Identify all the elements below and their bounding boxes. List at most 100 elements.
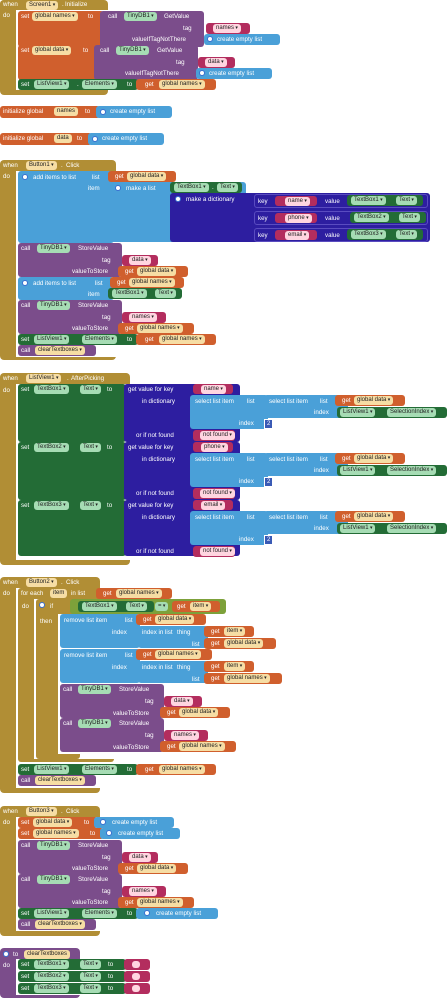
empty-text-field[interactable] bbox=[132, 973, 140, 980]
selectionindex-dropdown[interactable]: SelectionIndex bbox=[387, 466, 437, 475]
data-text-field[interactable]: data bbox=[129, 256, 151, 265]
text-property-dropdown[interactable]: Text bbox=[80, 385, 101, 394]
tinydb1-dropdown[interactable]: TinyDB1 bbox=[37, 244, 70, 253]
data-text-field[interactable]: data bbox=[205, 58, 227, 67]
data-text-field[interactable]: data bbox=[171, 697, 193, 706]
email-text-field[interactable]: email bbox=[201, 501, 226, 510]
button2-dropdown[interactable]: Button2 bbox=[26, 578, 57, 587]
item-variable-field[interactable]: item bbox=[50, 589, 68, 598]
phone-text-field[interactable]: phone bbox=[285, 214, 312, 223]
cleartextboxes-dropdown[interactable]: clearTextboxes bbox=[35, 776, 85, 785]
tinydb1-dropdown[interactable]: TinyDB1 bbox=[78, 719, 111, 728]
global-names-dropdown[interactable]: global names bbox=[159, 335, 205, 344]
textbox3-dropdown[interactable]: TextBox3 bbox=[34, 501, 69, 510]
gear-icon[interactable] bbox=[199, 70, 205, 76]
text-property-dropdown[interactable]: Text bbox=[80, 501, 101, 510]
names-text-field[interactable]: names bbox=[129, 887, 157, 896]
tinydb1-dropdown[interactable]: TinyDB1 bbox=[78, 685, 111, 694]
not-found-text-field[interactable]: not found bbox=[200, 431, 235, 440]
global-names-dropdown[interactable]: global names bbox=[33, 829, 79, 838]
gear-icon[interactable] bbox=[144, 910, 150, 916]
text-property-dropdown[interactable]: Text bbox=[396, 230, 417, 239]
listview1-dropdown[interactable]: ListView1 bbox=[26, 374, 62, 383]
number-two[interactable]: 2 bbox=[264, 477, 274, 487]
selectionindex-dropdown[interactable]: SelectionIndex bbox=[387, 524, 437, 533]
global-names-dropdown[interactable]: global names bbox=[116, 589, 162, 598]
textbox1-dropdown[interactable]: TextBox1 bbox=[351, 196, 386, 205]
listview1-dropdown[interactable]: ListView1 bbox=[340, 524, 376, 533]
textbox1-dropdown[interactable]: TextBox1 bbox=[174, 183, 209, 192]
gear-icon[interactable] bbox=[3, 951, 9, 957]
tinydb1-dropdown[interactable]: TinyDB1 bbox=[37, 875, 70, 884]
names-variable-field[interactable]: names bbox=[54, 107, 79, 116]
tinydb1-dropdown[interactable]: TinyDB1 bbox=[124, 12, 157, 21]
cleartextboxes-dropdown[interactable]: clearTextboxes bbox=[35, 346, 85, 355]
global-names-dropdown[interactable]: global names bbox=[224, 674, 270, 683]
textbox1-dropdown[interactable]: TextBox1 bbox=[82, 602, 117, 611]
global-names-dropdown[interactable]: global names bbox=[137, 324, 183, 333]
text-property-dropdown[interactable]: Text bbox=[126, 602, 147, 611]
global-names-dropdown[interactable]: global names bbox=[32, 12, 78, 21]
listview1-dropdown[interactable]: ListView1 bbox=[34, 765, 70, 774]
global-data-dropdown[interactable]: global data bbox=[127, 172, 167, 181]
not-found-text-field[interactable]: not found bbox=[200, 489, 235, 498]
gear-icon[interactable] bbox=[22, 174, 28, 180]
tinydb1-dropdown[interactable]: TinyDB1 bbox=[37, 841, 70, 850]
elements-dropdown[interactable]: Elements bbox=[82, 335, 117, 344]
gear-icon[interactable] bbox=[106, 830, 112, 836]
textbox3-dropdown[interactable]: TextBox3 bbox=[34, 984, 69, 993]
tinydb1-dropdown[interactable]: TinyDB1 bbox=[37, 301, 70, 310]
button1-dropdown[interactable]: Button1 bbox=[26, 161, 57, 170]
name-text-field[interactable]: name bbox=[201, 385, 226, 394]
text-property-dropdown[interactable]: Text bbox=[155, 289, 176, 298]
phone-text-field[interactable]: phone bbox=[201, 443, 228, 452]
gear-icon[interactable] bbox=[207, 36, 213, 42]
equals-operator-dropdown[interactable]: = bbox=[155, 602, 169, 611]
listview1-dropdown[interactable]: ListView1 bbox=[34, 909, 70, 918]
text-property-dropdown[interactable]: Text bbox=[80, 984, 101, 993]
global-names-dropdown[interactable]: global names bbox=[179, 742, 225, 751]
not-found-text-field[interactable]: not found bbox=[200, 547, 235, 556]
global-names-dropdown[interactable]: global names bbox=[129, 278, 175, 287]
textbox1-dropdown[interactable]: TextBox1 bbox=[34, 385, 69, 394]
text-property-dropdown[interactable]: Text bbox=[396, 196, 417, 205]
number-two[interactable]: 2 bbox=[264, 419, 274, 429]
listview1-dropdown[interactable]: ListView1 bbox=[34, 80, 70, 89]
elements-dropdown[interactable]: Elements bbox=[82, 765, 117, 774]
cleartextboxes-dropdown[interactable]: clearTextboxes bbox=[35, 920, 85, 929]
global-data-dropdown[interactable]: global data bbox=[155, 615, 195, 624]
gear-icon[interactable] bbox=[92, 136, 98, 142]
textbox1-dropdown[interactable]: TextBox1 bbox=[34, 960, 69, 969]
global-names-dropdown[interactable]: global names bbox=[159, 80, 205, 89]
global-data-dropdown[interactable]: global data bbox=[354, 396, 394, 405]
elements-dropdown[interactable]: Elements bbox=[82, 909, 117, 918]
listview1-dropdown[interactable]: ListView1 bbox=[34, 335, 70, 344]
global-data-dropdown[interactable]: global data bbox=[32, 46, 72, 55]
name-text-field[interactable]: name bbox=[285, 197, 310, 206]
text-property-dropdown[interactable]: Text bbox=[80, 443, 101, 452]
empty-text-field[interactable] bbox=[132, 961, 140, 968]
procedure-name-field[interactable]: clearTextboxes bbox=[24, 950, 71, 959]
button3-dropdown[interactable]: Button3 bbox=[26, 807, 57, 816]
data-variable-field[interactable]: data bbox=[54, 134, 72, 143]
item-dropdown[interactable]: item bbox=[224, 662, 246, 671]
selectionindex-dropdown[interactable]: SelectionIndex bbox=[387, 408, 437, 417]
names-text-field[interactable]: names bbox=[129, 313, 157, 322]
email-text-field[interactable]: email bbox=[285, 231, 310, 240]
global-data-dropdown[interactable]: global data bbox=[179, 708, 219, 717]
gear-icon[interactable] bbox=[22, 280, 28, 286]
names-text-field[interactable]: names bbox=[213, 24, 241, 33]
item-dropdown[interactable]: item bbox=[224, 627, 246, 636]
global-data-dropdown[interactable]: global data bbox=[33, 818, 73, 827]
global-names-dropdown[interactable]: global names bbox=[155, 650, 201, 659]
listview1-dropdown[interactable]: ListView1 bbox=[340, 408, 376, 417]
textbox2-dropdown[interactable]: TextBox2 bbox=[34, 443, 69, 452]
number-two[interactable]: 2 bbox=[264, 535, 274, 545]
global-names-dropdown[interactable]: global names bbox=[159, 765, 205, 774]
text-property-dropdown[interactable]: Text bbox=[217, 183, 238, 192]
tinydb1-dropdown[interactable]: TinyDB1 bbox=[116, 46, 149, 55]
global-names-dropdown[interactable]: global names bbox=[137, 898, 183, 907]
gear-icon[interactable] bbox=[100, 819, 106, 825]
global-data-dropdown[interactable]: global data bbox=[137, 864, 177, 873]
gear-icon[interactable] bbox=[175, 196, 181, 202]
